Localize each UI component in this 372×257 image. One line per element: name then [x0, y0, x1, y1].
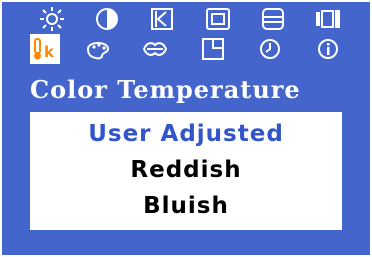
brightness-icon[interactable] — [32, 4, 72, 34]
color-temperature-icon[interactable]: k — [30, 34, 60, 64]
color-temperature-options: User Adjusted Reddish Bluish — [30, 112, 342, 230]
video-icon[interactable] — [308, 4, 348, 34]
position-icon[interactable] — [142, 4, 182, 34]
osd-position-icon[interactable] — [193, 34, 233, 64]
image-lock-icon[interactable] — [253, 4, 293, 34]
contrast-icon[interactable] — [87, 4, 127, 34]
size-icon[interactable] — [198, 4, 238, 34]
icon-row-top — [32, 4, 348, 34]
language-icon[interactable] — [135, 34, 175, 64]
osd-timer-icon[interactable] — [250, 34, 290, 64]
option-reddish[interactable]: Reddish — [30, 152, 342, 188]
information-icon[interactable] — [308, 34, 348, 64]
option-user-adjusted[interactable]: User Adjusted — [30, 116, 342, 152]
option-bluish[interactable]: Bluish — [30, 188, 342, 224]
section-title: Color Temperature — [30, 75, 301, 104]
osd-menu: k Color Temperature User Adjusted Reddis… — [0, 0, 372, 257]
color-control-icon[interactable] — [78, 34, 118, 64]
icon-row-bottom: k — [30, 34, 348, 64]
color-temperature-icon-label: k — [44, 43, 55, 61]
